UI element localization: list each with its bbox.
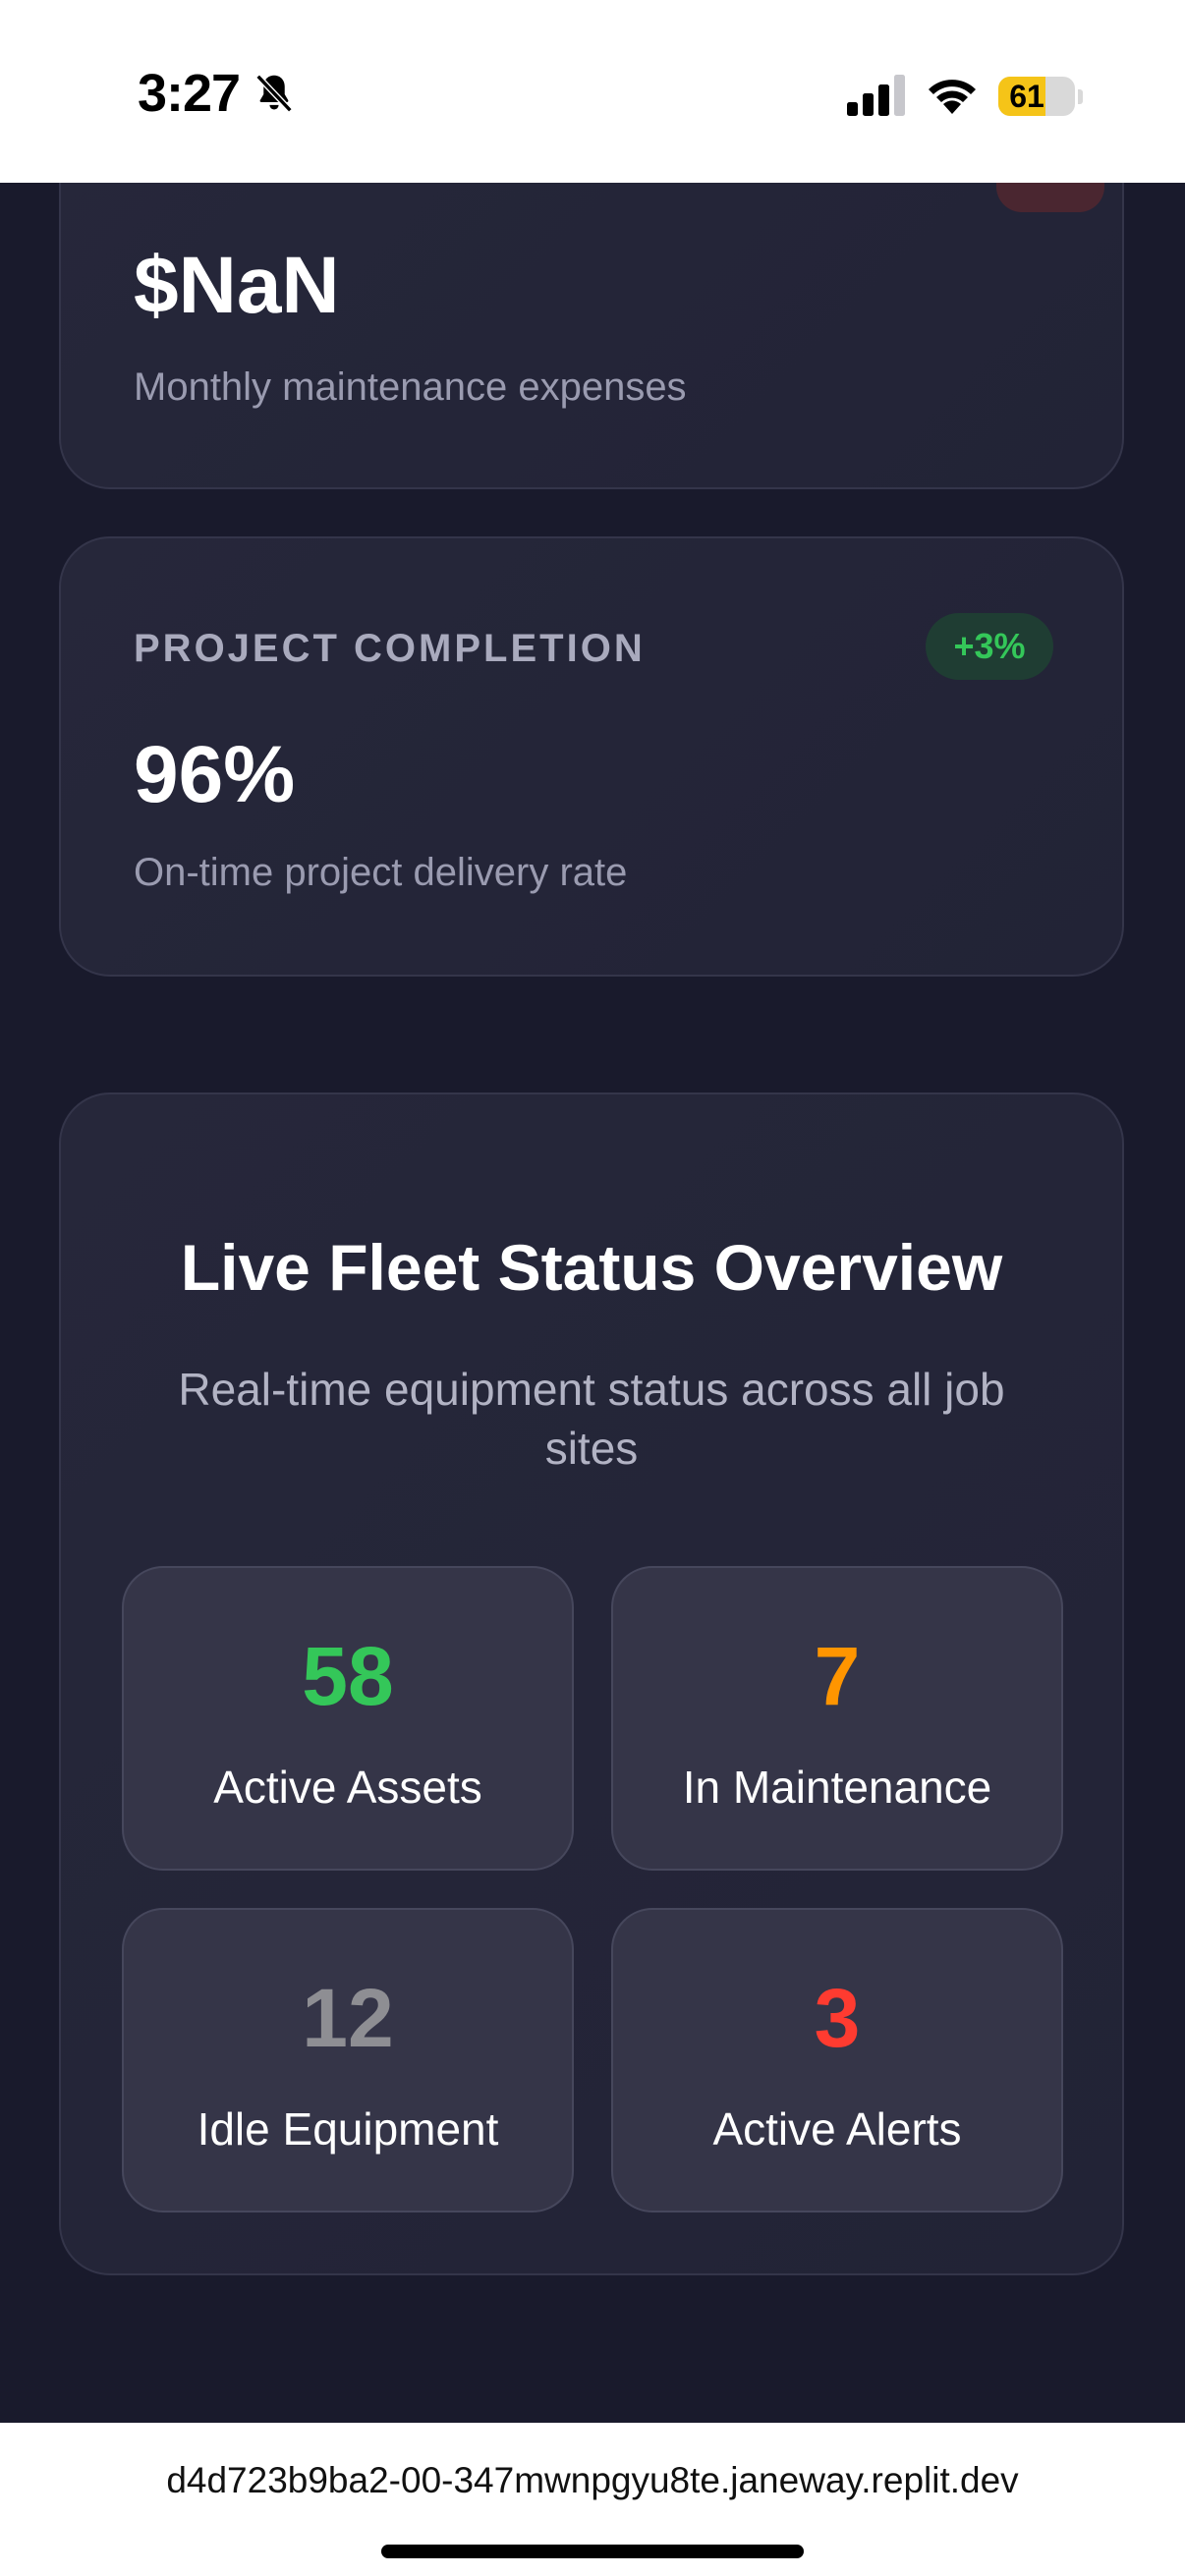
stat-label: In Maintenance [682,1762,992,1813]
stat-tile-in-maintenance[interactable]: 7 In Maintenance [611,1566,1063,1871]
completion-description: On-time project delivery rate [134,851,628,894]
home-indicator[interactable] [381,2545,804,2558]
stat-tile-active-alerts[interactable]: 3 Active Alerts [611,1908,1063,2212]
fleet-status-card: Live Fleet Status Overview Real-time equ… [59,1092,1124,2275]
fleet-subtitle: Real-time equipment status across all jo… [178,1364,1005,1474]
wifi-icon [929,80,976,114]
expense-trend-badge [996,183,1104,212]
browser-url-bar[interactable]: d4d723b9ba2-00-347mwnpgyu8te.janeway.rep… [0,2423,1185,2576]
stat-label: Active Assets [213,1762,482,1813]
battery-cap [1078,89,1083,104]
stat-label: Active Alerts [712,2103,962,2155]
stat-value: 3 [814,1972,861,2064]
project-completion-card: PROJECT COMPLETION +3% 96% On-time proje… [59,536,1124,977]
stat-tile-active-assets[interactable]: 58 Active Assets [122,1566,574,1871]
stat-value: 7 [814,1630,861,1722]
stat-value: 12 [302,1972,394,2064]
expenses-description: Monthly maintenance expenses [134,365,687,409]
status-bar: 3:27 61 [0,0,1185,183]
cellular-signal-icon [847,75,905,116]
stat-tile-idle-equipment[interactable]: 12 Idle Equipment [122,1908,574,2212]
stat-value: 58 [302,1630,394,1722]
fleet-title: Live Fleet Status Overview [180,1231,1003,1304]
completion-value: 96% [134,730,296,819]
battery-indicator: 61 [998,77,1075,116]
stat-label: Idle Equipment [197,2103,499,2155]
status-time: 3:27 [138,64,241,123]
completion-label: PROJECT COMPLETION [134,627,646,670]
expenses-value: $NaN [134,241,340,330]
battery-level: 61 [1009,79,1044,114]
url-text[interactable]: d4d723b9ba2-00-347mwnpgyu8te.janeway.rep… [0,2460,1185,2501]
completion-trend-badge: +3% [926,613,1053,680]
bell-muted-icon [255,74,293,113]
